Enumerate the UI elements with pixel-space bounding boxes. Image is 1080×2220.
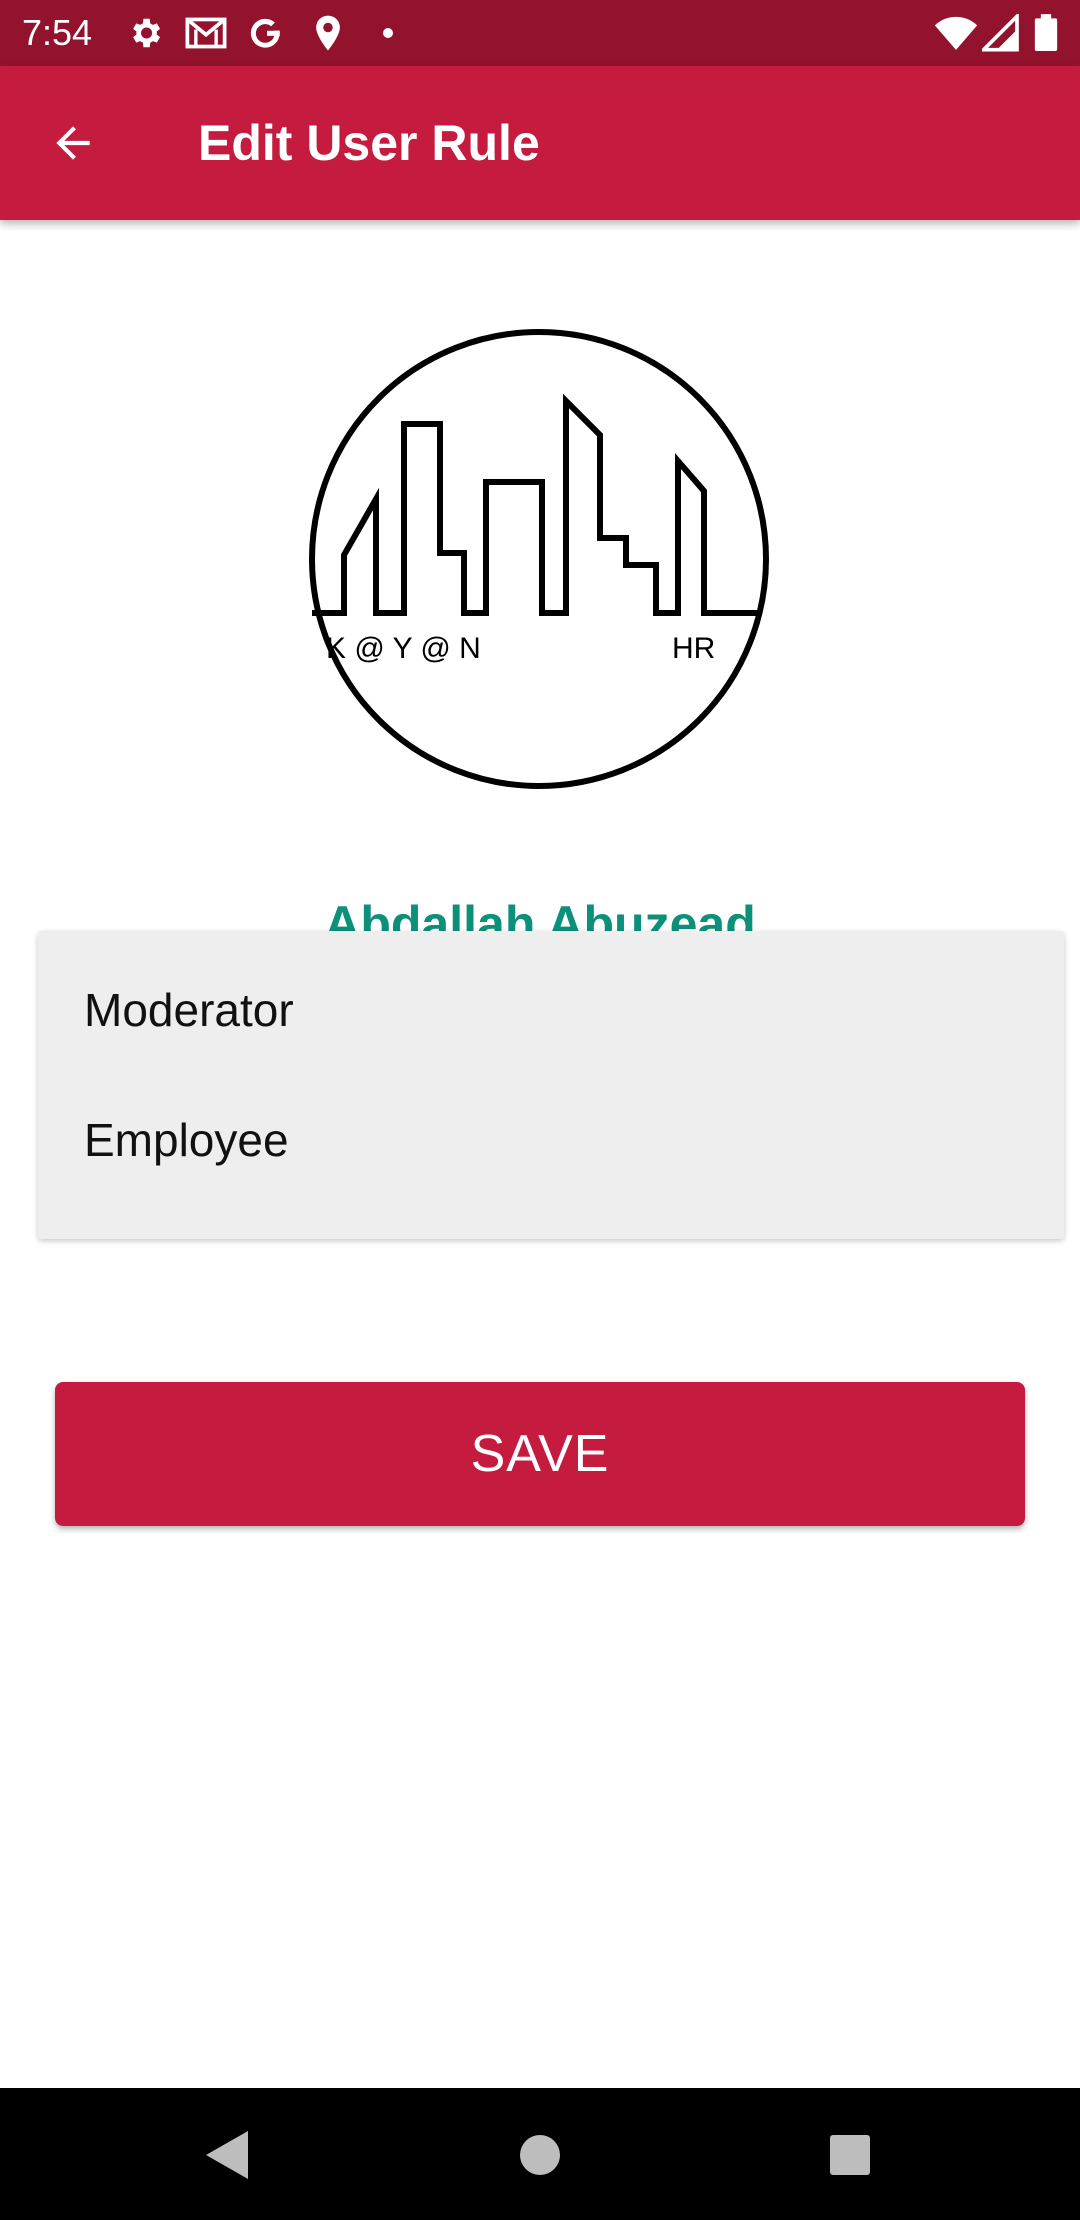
role-option-label: Employee	[84, 1114, 289, 1166]
save-button[interactable]: SAVE	[55, 1382, 1025, 1526]
logo-text-left: K @ Y @ N	[326, 632, 481, 665]
triangle-back-icon	[206, 2131, 248, 2179]
gmail-icon	[185, 17, 227, 49]
wifi-icon	[934, 16, 978, 50]
circle-home-icon	[520, 2135, 560, 2175]
square-recents-icon	[830, 2135, 870, 2175]
nav-home-button[interactable]	[509, 2124, 571, 2186]
kayan-hr-logo: K @ Y @ N HR	[309, 329, 769, 789]
battery-icon	[1034, 14, 1058, 51]
arrow-left-icon	[56, 126, 90, 160]
dot-icon	[383, 28, 393, 38]
location-icon	[316, 15, 340, 51]
google-icon	[250, 18, 280, 48]
nav-recents-button[interactable]	[819, 2124, 881, 2186]
app-bar: Edit User Rule	[0, 66, 1080, 220]
edit-user-rule-screen: 7:54 Edit User Rule K @ Y @ N HR Abdalla…	[0, 0, 1080, 2220]
nav-back-button[interactable]	[196, 2124, 258, 2186]
page-title: Edit User Rule	[198, 115, 540, 171]
gear-icon	[133, 18, 161, 48]
role-option-label: Moderator	[84, 984, 294, 1036]
signal-icon	[982, 14, 1019, 52]
back-button[interactable]	[40, 110, 106, 176]
role-option-moderator[interactable]: Moderator	[38, 941, 1064, 1071]
system-nav-bar	[0, 2088, 1080, 2220]
role-dropdown-popup: Moderator Employee	[38, 931, 1064, 1239]
logo-text-right: HR	[672, 632, 715, 665]
status-bar: 7:54	[0, 0, 1080, 66]
role-option-employee[interactable]: Employee	[38, 1071, 1064, 1201]
status-time: 7:54	[22, 12, 93, 53]
